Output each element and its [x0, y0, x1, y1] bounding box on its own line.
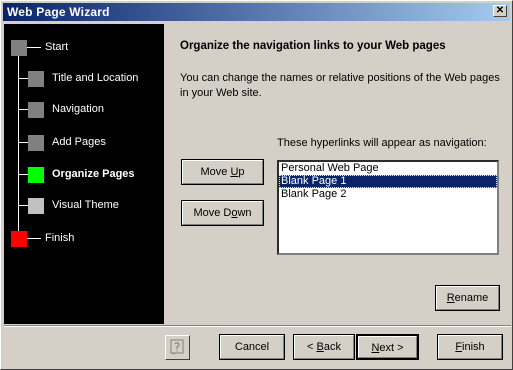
step-title-location-label: Title and Location	[52, 72, 139, 84]
step-start-label: Start	[45, 41, 69, 53]
back-label: < Back	[307, 341, 341, 353]
step-organize-pages-marker	[28, 167, 44, 183]
step-connector	[18, 78, 28, 79]
steps-connector-line	[18, 52, 19, 242]
step-connector	[27, 238, 41, 239]
cancel-label: Cancel	[234, 341, 270, 353]
move-up-button[interactable]: Move Up	[181, 159, 264, 185]
list-item-selected[interactable]: Blank Page 1	[279, 175, 497, 188]
close-icon: ✕	[495, 5, 505, 16]
wizard-window: Web Page Wizard ✕ Start Title and Locati…	[0, 0, 513, 370]
rename-button[interactable]: Rename	[435, 285, 500, 311]
title-bar: Web Page Wizard ✕	[3, 3, 510, 21]
page-heading: Organize the navigation links to your We…	[180, 40, 446, 52]
step-connector	[18, 142, 28, 143]
move-up-label: Move Up	[200, 166, 244, 178]
footer-separator	[4, 325, 511, 327]
next-text-post: ext >	[379, 342, 404, 354]
back-text-pre: <	[307, 341, 317, 353]
page-description: You can change the names or relative pos…	[180, 72, 500, 99]
step-visual-theme-marker	[28, 198, 44, 214]
next-button[interactable]: Next >	[356, 334, 419, 360]
step-finish-marker	[11, 231, 27, 247]
rename-accesskey: R	[446, 292, 455, 304]
step-connector	[18, 205, 28, 206]
step-add-pages-marker	[28, 135, 44, 151]
wizard-steps-panel: Start Title and Location Navigation Add …	[4, 24, 164, 324]
step-visual-theme-label: Visual Theme	[52, 199, 119, 211]
move-down-label: Move Down	[193, 207, 251, 219]
step-title-location-marker	[28, 71, 44, 87]
back-button[interactable]: < Back	[293, 334, 355, 360]
list-label: These hyperlinks will appear as navigati…	[277, 137, 487, 149]
finish-label: Finish	[455, 341, 484, 353]
step-navigation-label: Navigation	[52, 103, 104, 115]
move-up-text-post: p	[238, 166, 245, 178]
rename-text-post: ename	[454, 292, 489, 304]
move-down-button[interactable]: Move Down	[181, 200, 264, 226]
finish-button[interactable]: Finish	[437, 334, 503, 360]
main-panel: Organize the navigation links to your We…	[164, 24, 510, 324]
step-navigation-marker	[28, 102, 44, 118]
step-connector	[18, 174, 28, 175]
step-finish-label: Finish	[45, 232, 75, 244]
step-add-pages-label: Add Pages	[52, 136, 106, 148]
rename-label: Rename	[447, 292, 489, 304]
help-button[interactable]	[165, 335, 190, 360]
close-button[interactable]: ✕	[493, 5, 507, 17]
move-down-text-post: wn	[237, 207, 252, 219]
step-start-marker	[11, 40, 27, 56]
list-item[interactable]: Blank Page 2	[279, 188, 497, 201]
step-organize-pages-label: Organize Pages	[52, 168, 135, 180]
step-connector	[27, 47, 41, 48]
help-icon	[170, 339, 184, 355]
finish-text-post: inish	[462, 341, 485, 353]
move-down-text-pre: Move D	[193, 207, 232, 219]
list-item[interactable]: Personal Web Page	[279, 162, 497, 175]
next-label: Next >	[371, 342, 403, 354]
cancel-button[interactable]: Cancel	[219, 334, 285, 360]
step-connector	[18, 109, 28, 110]
window-title: Web Page Wizard	[7, 5, 110, 19]
navigation-links-list[interactable]: Personal Web Page Blank Page 1 Blank Pag…	[277, 160, 499, 255]
back-accesskey: B	[316, 341, 324, 353]
back-text-post: ack	[323, 341, 341, 353]
move-up-text-pre: Move	[200, 166, 231, 178]
